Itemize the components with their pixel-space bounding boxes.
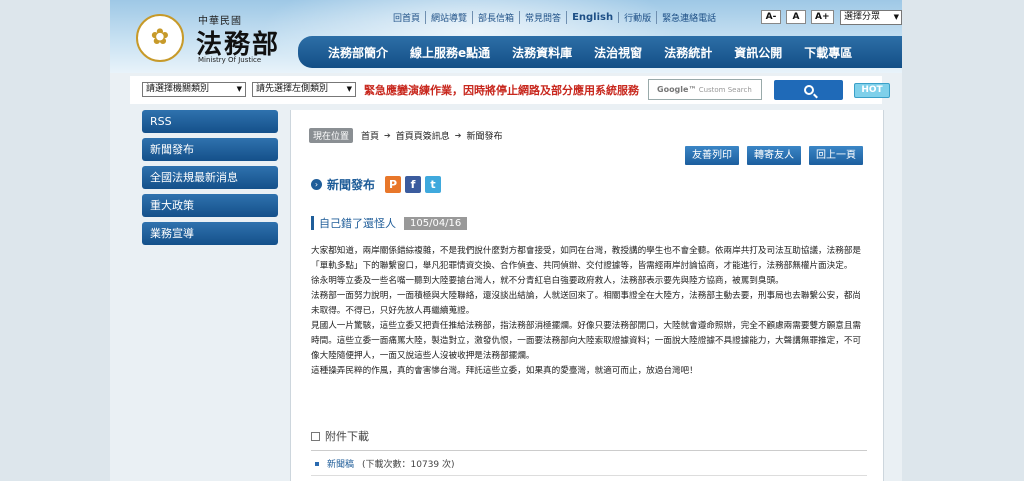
attachment-row: 新聞稿 (下載次數：10739 次)	[311, 457, 867, 470]
main-nav: 法務部簡介 線上服務e點通 法務資料庫 法治視窗 法務統計 資訊公開 下載專區	[298, 36, 902, 68]
link-faq[interactable]: 常見問答	[520, 11, 568, 24]
sub-category-select[interactable]: 請先選擇左側類別 ▼	[252, 82, 356, 97]
search-placeholder: Custom Search	[698, 86, 752, 94]
nav-legal-window[interactable]: 法治視窗	[594, 44, 642, 61]
search-button[interactable]	[774, 80, 843, 100]
breadcrumb-here-label: 現在位置	[309, 128, 354, 143]
site-header: ✿ 中華民國 法務部 Ministry Of Justice 回首頁 網站導覽 …	[110, 0, 902, 73]
chevron-down-icon: ▼	[236, 85, 242, 93]
title-bar-marker	[311, 216, 314, 230]
nav-about[interactable]: 法務部簡介	[328, 44, 388, 61]
sidebar-item-news[interactable]: 新聞發布	[142, 138, 278, 161]
nav-database[interactable]: 法務資料庫	[512, 44, 572, 61]
breadcrumb: 現在位置 首頁 ➔ 首頁頁簽訊息 ➔ 新聞發布	[309, 128, 502, 143]
sidebar-item-promotion[interactable]: 業務宣導	[142, 222, 278, 245]
link-english[interactable]: English	[567, 12, 620, 23]
forward-button[interactable]: 轉寄友人	[747, 146, 801, 165]
article-header: 自己錯了還怪人 105/04/16	[311, 215, 468, 231]
page: ✿ 中華民國 法務部 Ministry Of Justice 回首頁 網站導覽 …	[110, 0, 902, 481]
section-title-text: 新聞發布	[327, 178, 376, 192]
chevron-right-icon: ➔	[454, 131, 462, 140]
link-mobile[interactable]: 行動版	[619, 11, 658, 24]
link-sitemap[interactable]: 網站導覽	[426, 11, 474, 24]
link-emergency-phone[interactable]: 緊急連絡電話	[657, 11, 721, 24]
article-paragraph: 見國人一片驚駭，這些立委又把責任推給法務部，指法務部消極擺爛。好像只要法務部開口…	[311, 321, 862, 361]
article-paragraph: 這種操弄民粹的作風，真的會害慘台灣。拜託這些立委，如果真的愛臺灣，就適可而止，放…	[311, 366, 698, 376]
article-paragraph: 法務部一面努力說明，一面積極與大陸聯絡，還沒談出結論，人就送回來了。相關事證全在…	[311, 291, 862, 316]
attachments: 附件下載 新聞稿 (下載次數：10739 次)	[311, 428, 867, 476]
font-smaller-button[interactable]: A-	[761, 10, 781, 24]
document-icon	[311, 431, 320, 441]
article-paragraph: 大家都知道，兩岸關係錯綜複雜，不是我們說什麼對方都會接受，如同在台灣，教授講的學…	[311, 246, 862, 271]
audience-select-value: 選擇分眾	[844, 12, 881, 22]
arrow-circle-icon: ›	[311, 179, 322, 190]
top-links: 回首頁 網站導覽 部長信箱 常見問答 English 行動版 緊急連絡電話	[388, 11, 721, 24]
ministry-emblem-icon[interactable]: ✿	[136, 14, 184, 62]
attachment-link[interactable]: 新聞稿	[327, 457, 354, 470]
main-content: 現在位置 首頁 ➔ 首頁頁簽訊息 ➔ 新聞發布 友善列印 轉寄友人 回上一頁 ›…	[290, 110, 884, 481]
hot-keywords-button[interactable]: HOT	[854, 83, 890, 98]
font-size-controls: A- A A+	[761, 10, 834, 24]
section-title: › 新聞發布 P f t	[311, 176, 445, 193]
attachments-heading: 附件下載	[325, 430, 369, 443]
article-paragraph: 徐永明等立委及一些名嘴一聽到大陸要搶台灣人，就不分青紅皂白強要政府救人，法務部表…	[311, 276, 784, 286]
nav-disclosure[interactable]: 資訊公開	[734, 44, 782, 61]
breadcrumb-tab-messages[interactable]: 首頁頁簽訊息	[396, 129, 450, 142]
back-button[interactable]: 回上一頁	[809, 146, 863, 165]
article-title: 自己錯了還怪人	[319, 217, 396, 230]
search-input[interactable]: Google™ Custom Search	[648, 79, 762, 100]
chevron-right-icon: ➔	[384, 131, 391, 140]
sidebar-item-rss[interactable]: RSS	[142, 110, 278, 133]
search-bar: 請選擇機關類別 ▼ 請先選擇左側類別 ▼ 緊急應變演練作業，因時將停止網路及部分…	[130, 76, 890, 104]
announcement-marquee[interactable]: 緊急應變演練作業，因時將停止網路及部分應用系統服務	[364, 82, 648, 98]
sidebar-item-regulations[interactable]: 全國法規最新消息	[142, 166, 278, 189]
twitter-share-icon[interactable]: t	[425, 176, 442, 193]
search-icon	[803, 85, 814, 95]
divider	[311, 475, 867, 476]
font-larger-button[interactable]: A+	[811, 10, 834, 24]
link-home[interactable]: 回首頁	[388, 11, 427, 24]
chevron-down-icon: ▼	[346, 85, 352, 93]
bullet-icon	[315, 461, 319, 466]
article-body: 大家都知道，兩岸關係錯綜複雜，不是我們說什麼對方都會接受，如同在台灣，教授講的學…	[311, 244, 867, 379]
article-date: 105/04/16	[404, 216, 468, 230]
sidebar: RSS 新聞發布 全國法規最新消息 重大政策 業務宣導	[142, 110, 278, 250]
chevron-down-icon: ▼	[893, 13, 899, 21]
audience-select[interactable]: 選擇分眾 ▼	[840, 10, 902, 25]
sidebar-item-policy[interactable]: 重大政策	[142, 194, 278, 217]
attachments-header: 附件下載	[311, 428, 867, 451]
logo-english: Ministry Of Justice	[198, 56, 262, 64]
nav-download[interactable]: 下載專區	[804, 44, 852, 61]
nav-online-services[interactable]: 線上服務e點通	[410, 44, 490, 61]
plurk-share-icon[interactable]: P	[385, 176, 402, 193]
breadcrumb-news[interactable]: 新聞發布	[466, 129, 502, 142]
google-brand: Google™	[657, 85, 697, 94]
facebook-share-icon[interactable]: f	[405, 176, 422, 193]
sub-category-value: 請先選擇左側類別	[256, 84, 329, 94]
page-actions: 友善列印 轉寄友人 回上一頁	[685, 146, 863, 165]
font-normal-button[interactable]: A	[786, 10, 806, 24]
nav-statistics[interactable]: 法務統計	[664, 44, 712, 61]
breadcrumb-home[interactable]: 首頁	[361, 129, 379, 142]
print-button[interactable]: 友善列印	[685, 146, 739, 165]
link-minister-mailbox[interactable]: 部長信箱	[473, 11, 521, 24]
org-category-value: 請選擇機關類別	[146, 84, 210, 94]
org-category-select[interactable]: 請選擇機關類別 ▼	[142, 82, 246, 97]
download-count: (下載次數：10739 次)	[362, 460, 455, 470]
